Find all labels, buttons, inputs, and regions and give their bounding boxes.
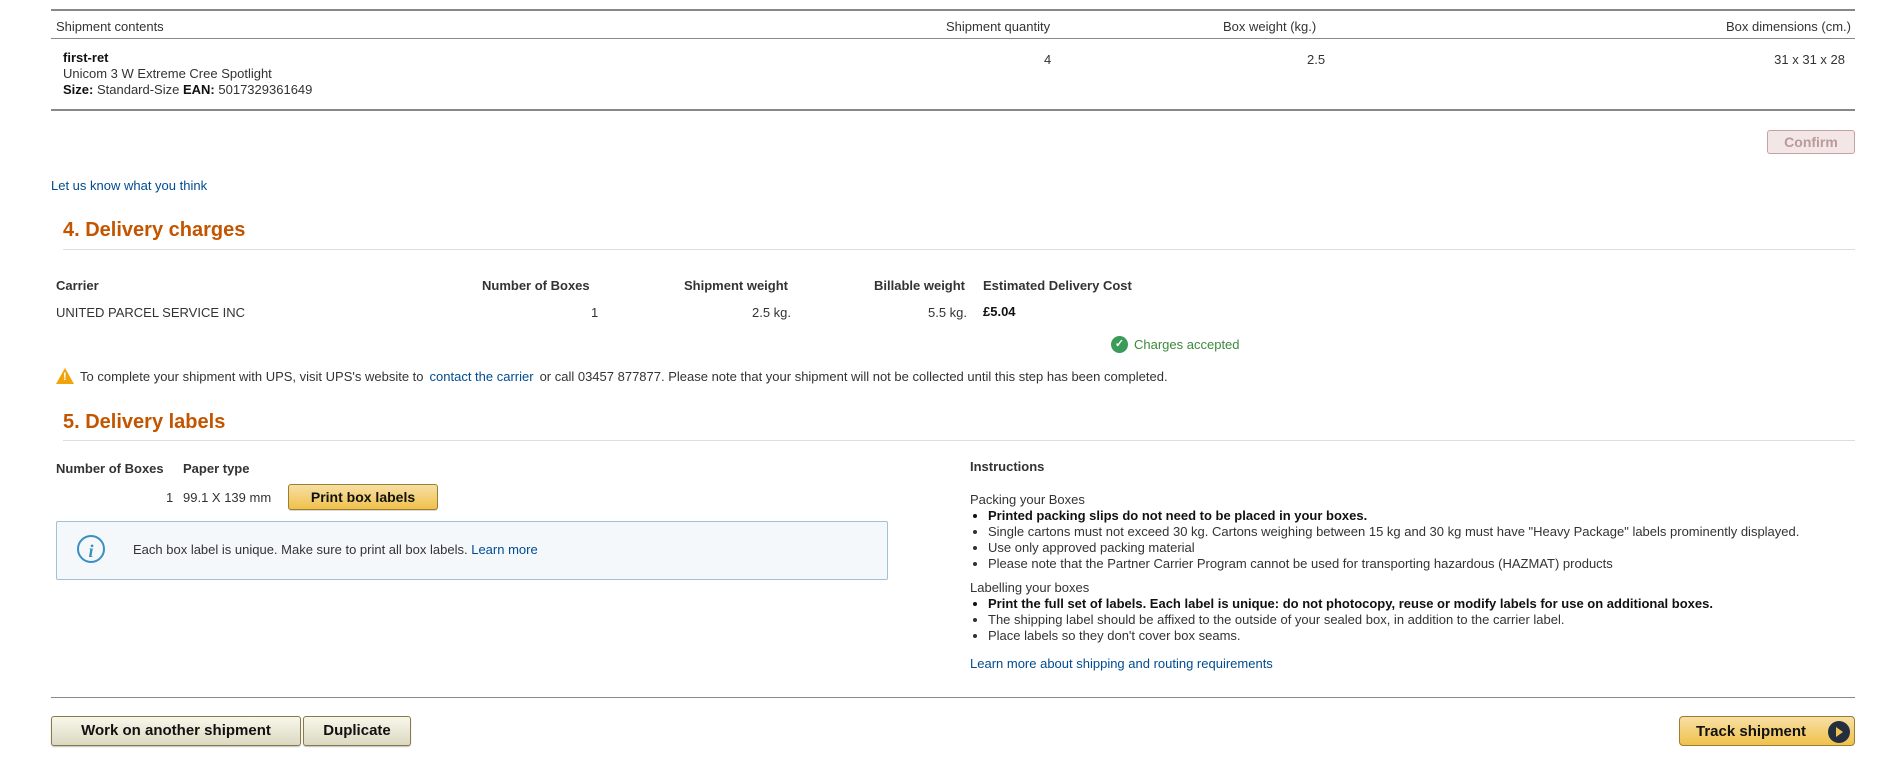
label-boxes-count: 1 — [166, 490, 174, 505]
contact-carrier-link[interactable]: contact the carrier — [430, 369, 534, 384]
labelling-list: Print the full set of labels. Each label… — [970, 596, 1850, 644]
labelling-title: Labelling your boxes — [970, 580, 1090, 595]
table-row: first-ret Unicom 3 W Extreme Cree Spotli… — [51, 39, 1855, 109]
item-details: first-ret Unicom 3 W Extreme Cree Spotli… — [63, 50, 312, 98]
print-box-labels-button[interactable]: Print box labels — [288, 484, 438, 510]
carrier-name: UNITED PARCEL SERVICE INC — [56, 305, 246, 320]
list-item: Single cartons must not exceed 30 kg. Ca… — [988, 524, 1850, 540]
header-quantity: Shipment quantity — [946, 19, 1051, 34]
paper-type-value: 99.1 X 139 mm — [183, 490, 272, 505]
instructions-title: Instructions — [970, 459, 1045, 474]
item-dimensions: 31 x 31 x 28 — [1774, 52, 1845, 67]
shipment-weight: 2.5 kg. — [752, 305, 792, 320]
header-billable-weight: Billable weight — [874, 278, 966, 293]
shipment-page: Shipment contents Shipment quantity Box … — [51, 0, 1855, 768]
shipment-table-header: Shipment contents Shipment quantity Box … — [51, 11, 1855, 39]
arrow-right-icon — [1828, 721, 1850, 743]
header-shipment-weight: Shipment weight — [684, 278, 788, 293]
packing-title: Packing your Boxes — [970, 492, 1085, 507]
learn-more-link[interactable]: Learn more — [471, 542, 537, 557]
header-cost: Estimated Delivery Cost — [983, 278, 1132, 293]
warning-text-before: To complete your shipment with UPS, visi… — [80, 368, 424, 384]
track-shipment-label: Track shipment — [1696, 723, 1807, 740]
section-divider — [63, 440, 1855, 441]
check-circle-icon: ✓ — [1111, 336, 1128, 353]
header-contents: Shipment contents — [56, 19, 164, 34]
label-info-box: i Each box label is unique. Make sure to… — [56, 521, 888, 580]
confirm-button[interactable]: Confirm — [1767, 130, 1855, 154]
carrier-warning: To complete your shipment with UPS, visi… — [56, 368, 1168, 384]
info-icon: i — [77, 535, 105, 563]
list-item: Place labels so they don't cover box sea… — [988, 628, 1850, 644]
instructions-panel: Instructions Packing your Boxes Printed … — [970, 459, 1850, 672]
list-item: Use only approved packing material — [988, 540, 1850, 556]
list-item: Printed packing slips do not need to be … — [988, 508, 1850, 524]
header-carrier: Carrier — [56, 278, 99, 293]
item-size-label: Size: — [63, 82, 94, 97]
header-weight: Box weight (kg.) — [1223, 19, 1317, 34]
work-another-shipment-button[interactable]: Work on another shipment — [51, 716, 301, 746]
track-shipment-button[interactable]: Track shipment — [1679, 716, 1855, 746]
info-text: Each box label is unique. Make sure to p… — [133, 542, 468, 557]
duplicate-button[interactable]: Duplicate — [303, 716, 411, 746]
item-title: Unicom 3 W Extreme Cree Spotlight — [63, 66, 272, 81]
feedback-link[interactable]: Let us know what you think — [51, 178, 207, 193]
charges-accepted-status: ✓ Charges accepted — [1111, 336, 1240, 353]
boxes-count: 1 — [591, 305, 599, 320]
list-item: The shipping label should be affixed to … — [988, 612, 1850, 628]
header-label-boxes: Number of Boxes — [56, 461, 164, 476]
delivery-labels-title: 5. Delivery labels — [63, 411, 226, 433]
charges-accepted-text: Charges accepted — [1134, 337, 1240, 352]
item-size-value: Standard-Size — [96, 82, 180, 97]
header-boxes: Number of Boxes — [482, 278, 590, 293]
header-dimensions: Box dimensions (cm.) — [1726, 19, 1851, 34]
item-ean-value: 5017329361649 — [218, 82, 313, 97]
shipment-contents-table: Shipment contents Shipment quantity Box … — [51, 9, 1855, 111]
list-item: Print the full set of labels. Each label… — [988, 596, 1850, 612]
estimated-cost: £5.04 — [983, 304, 1016, 319]
section-divider — [63, 249, 1855, 250]
shipping-requirements-link[interactable]: Learn more about shipping and routing re… — [970, 656, 1850, 672]
header-paper-type: Paper type — [183, 461, 250, 476]
item-sku: first-ret — [63, 50, 109, 65]
footer-divider — [51, 697, 1855, 698]
item-ean-label: EAN: — [182, 82, 215, 97]
warning-text-after: or call 03457 877877. Please note that y… — [539, 368, 1168, 384]
packing-list: Printed packing slips do not need to be … — [970, 508, 1850, 572]
info-message: Each box label is unique. Make sure to p… — [133, 542, 538, 557]
warning-icon — [56, 368, 74, 384]
item-weight: 2.5 — [1307, 52, 1326, 67]
item-quantity: 4 — [1044, 52, 1052, 67]
billable-weight: 5.5 kg. — [928, 305, 968, 320]
list-item: Please note that the Partner Carrier Pro… — [988, 556, 1850, 572]
delivery-charges-title: 4. Delivery charges — [63, 219, 246, 241]
